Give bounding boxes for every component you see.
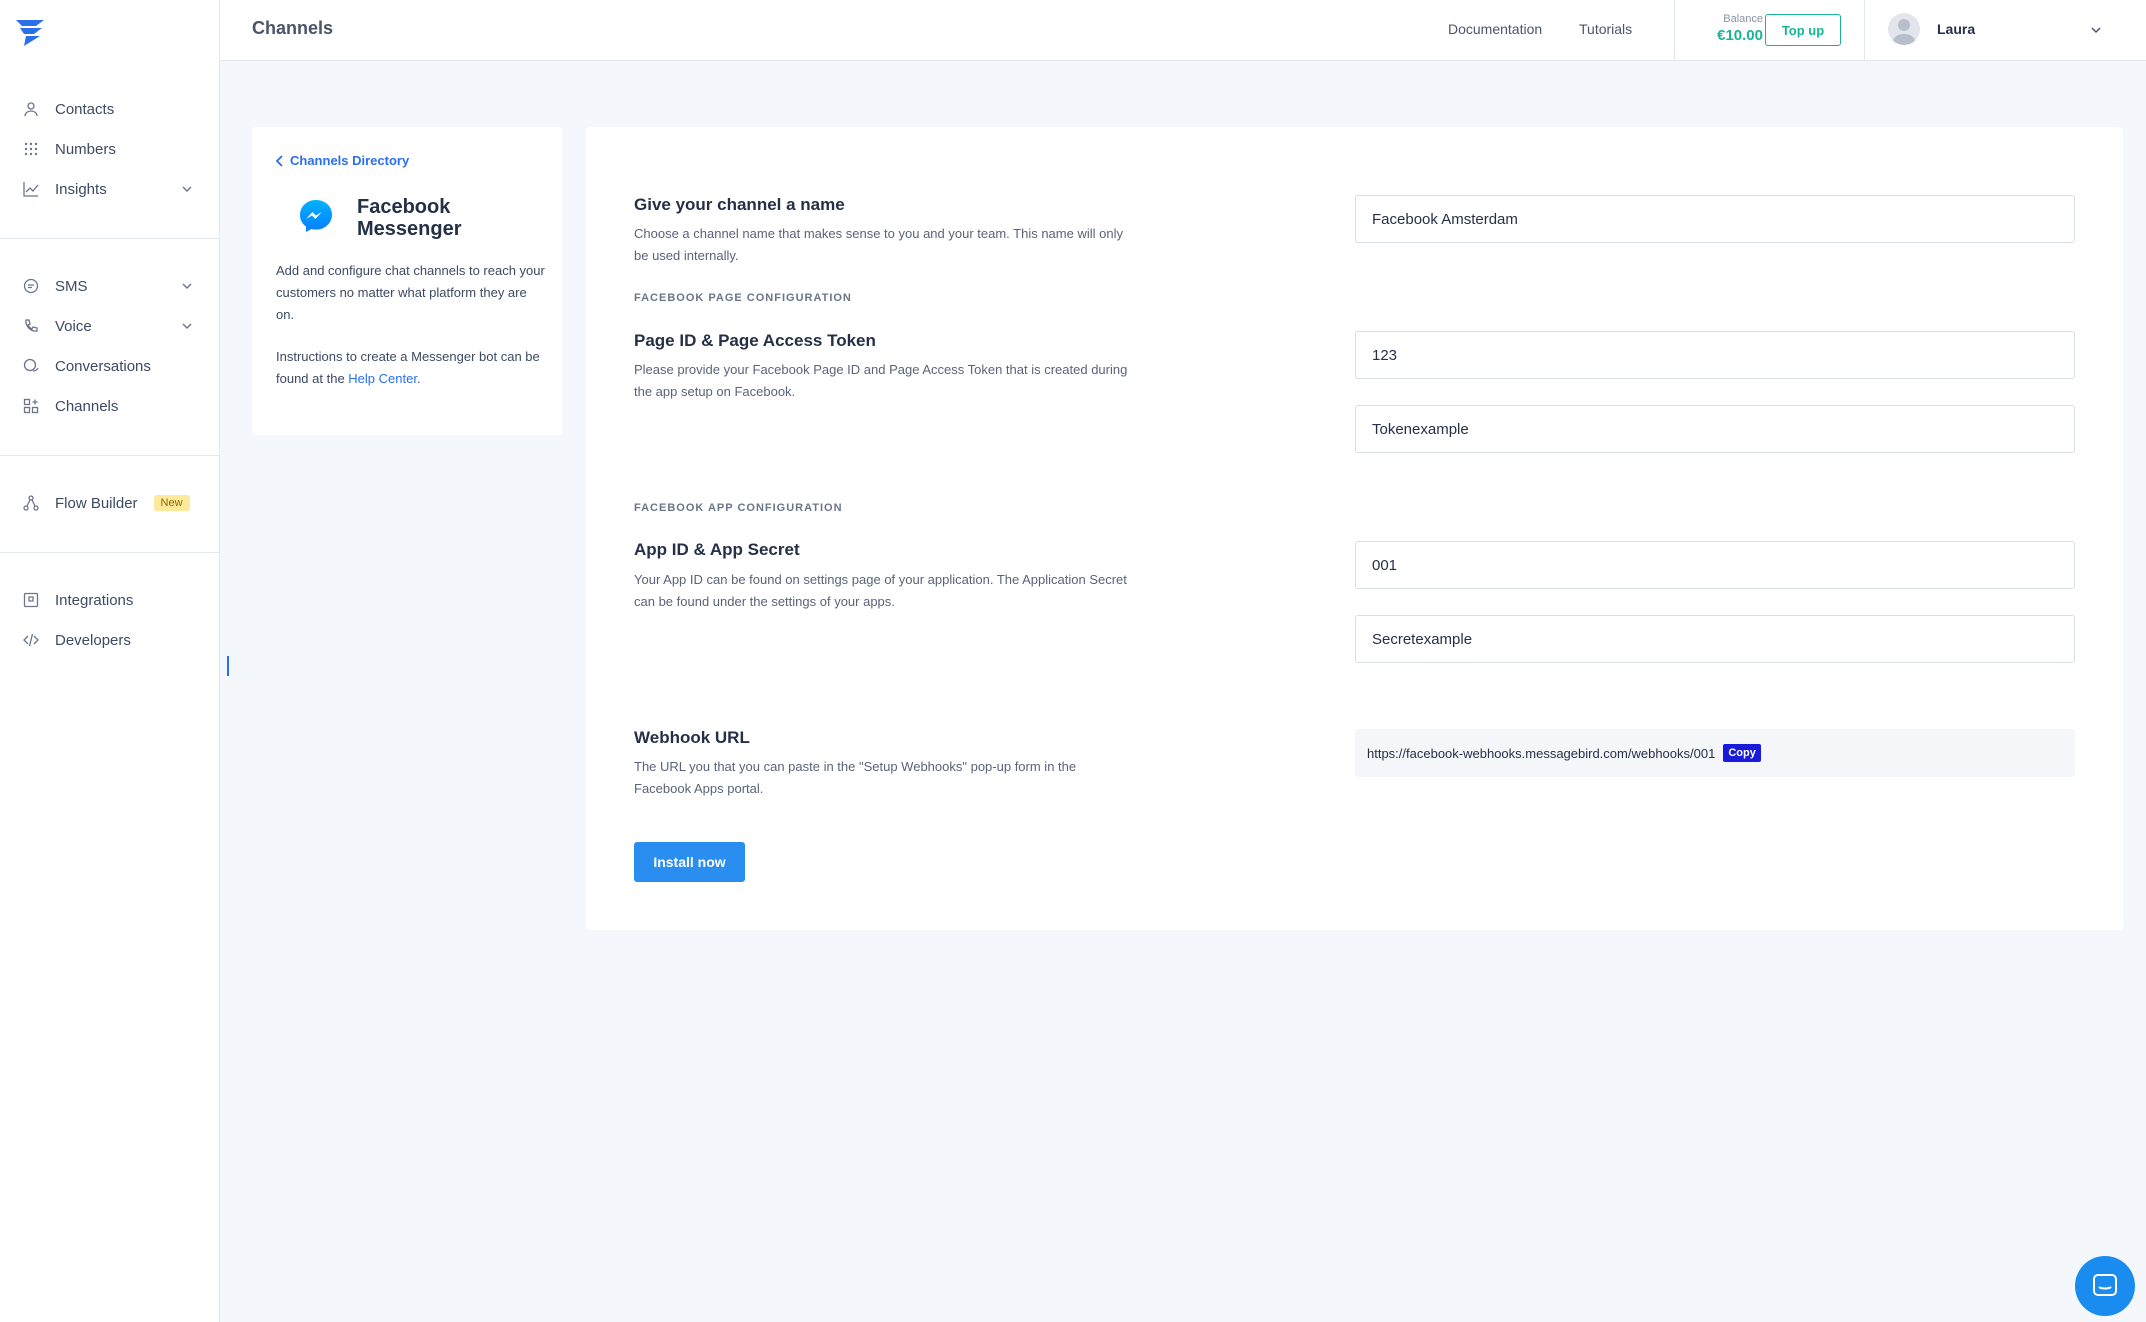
- documentation-link[interactable]: Documentation: [1448, 21, 1542, 37]
- chevron-down-icon[interactable]: [181, 319, 193, 331]
- flow-icon: [22, 494, 40, 512]
- page-id-description: Please provide your Facebook Page ID and…: [634, 362, 1128, 399]
- sidebar-divider: [0, 238, 219, 239]
- sidebar-item-conversations[interactable]: Conversations: [0, 346, 219, 386]
- chevron-left-icon: [276, 154, 283, 167]
- sidebar: Contacts Numbers Insights SMS Voice Conv…: [0, 0, 220, 1322]
- balance-value: €10.00: [1717, 27, 1763, 44]
- app-secret-input[interactable]: [1355, 615, 2075, 663]
- copy-button[interactable]: Copy: [1723, 744, 1761, 762]
- sidebar-item-flow-builder[interactable]: Flow Builder New: [0, 483, 219, 523]
- channel-name-title: Give your channel a name: [634, 195, 845, 214]
- page-title: Channels: [252, 18, 334, 38]
- channel-info-card: Channels Directory Facebook Messenger Ad…: [252, 127, 562, 435]
- chart-icon: [22, 180, 40, 198]
- channels-icon: [22, 397, 40, 415]
- sidebar-item-label: Integrations: [55, 591, 134, 609]
- sidebar-item-numbers[interactable]: Numbers: [0, 129, 219, 169]
- chevron-down-icon[interactable]: [2089, 23, 2103, 37]
- channel-name-input[interactable]: [1355, 195, 2075, 243]
- user-icon: [22, 100, 40, 118]
- sidebar-item-contacts[interactable]: Contacts: [0, 89, 219, 129]
- tutorials-link[interactable]: Tutorials: [1579, 21, 1632, 37]
- sidebar-item-sms[interactable]: SMS: [0, 266, 219, 306]
- integrations-icon: [22, 591, 40, 609]
- grid-icon: [22, 140, 40, 158]
- sidebar-item-label: Numbers: [55, 140, 116, 158]
- channel-instructions: Instructions to create a Messenger bot c…: [276, 346, 546, 390]
- sidebar-item-label: Flow Builder: [55, 494, 138, 512]
- install-now-button[interactable]: Install now: [634, 842, 745, 882]
- channel-name-description: Choose a channel name that makes sense t…: [634, 226, 1123, 263]
- sidebar-item-insights[interactable]: Insights: [0, 169, 219, 209]
- sidebar-item-voice[interactable]: Voice: [0, 306, 219, 346]
- topbar-divider: [1864, 0, 1865, 61]
- sidebar-item-label: Developers: [55, 631, 131, 649]
- app-id-input[interactable]: [1355, 541, 2075, 589]
- topbar-divider: [1674, 0, 1675, 61]
- chat-bubble-icon: [2093, 1274, 2117, 1296]
- webhook-description: The URL you that you can paste in the "S…: [634, 759, 1077, 796]
- code-icon: [22, 631, 40, 649]
- chevron-down-icon[interactable]: [181, 279, 193, 291]
- page-id-input[interactable]: [1355, 331, 2075, 379]
- sidebar-item-label: Voice: [55, 317, 92, 335]
- sidebar-item-label: Channels: [55, 397, 119, 415]
- top-up-button[interactable]: Top up: [1765, 14, 1841, 46]
- top-bar: Channels Documentation Tutorials Balance…: [220, 0, 2146, 61]
- avatar[interactable]: [1888, 13, 1920, 45]
- help-center-link[interactable]: Help Center: [348, 371, 417, 386]
- back-link-label: Channels Directory: [290, 153, 410, 168]
- phone-icon: [22, 317, 40, 335]
- channels-directory-link[interactable]: Channels Directory: [276, 153, 409, 168]
- sidebar-divider: [0, 552, 219, 553]
- chat-icon: [22, 357, 40, 375]
- nav-group-dev: Integrations Developers: [0, 580, 219, 660]
- sidebar-item-label: SMS: [55, 277, 88, 295]
- nav-group-flow: Flow Builder New: [0, 483, 219, 523]
- webhook-url-field[interactable]: https://facebook-webhooks.messagebird.co…: [1355, 729, 2075, 777]
- balance-label: Balance: [1723, 13, 1763, 25]
- sidebar-divider: [0, 455, 219, 456]
- sidebar-item-label: Conversations: [55, 357, 151, 375]
- channel-description: Add and configure chat channels to reach…: [276, 263, 545, 322]
- sidebar-item-developers[interactable]: Developers: [0, 620, 219, 660]
- chevron-down-icon[interactable]: [181, 182, 193, 194]
- channel-name: Facebook Messenger: [357, 196, 537, 240]
- webhook-url: https://facebook-webhooks.messagebird.co…: [1367, 745, 1716, 761]
- channel-name-line1: Facebook: [357, 196, 451, 218]
- sidebar-item-integrations[interactable]: Integrations: [0, 580, 219, 620]
- page-access-token-input[interactable]: [1355, 405, 2075, 453]
- app-id-description: Your App ID can be found on settings pag…: [634, 572, 1127, 609]
- sidebar-item-channels[interactable]: Channels: [0, 386, 219, 426]
- messenger-icon: [299, 199, 333, 233]
- app-config-label: FACEBOOK APP CONFIGURATION: [634, 502, 843, 514]
- new-badge: New: [153, 495, 190, 511]
- page-id-title: Page ID & Page Access Token: [634, 331, 876, 350]
- sidebar-resize-handle[interactable]: [227, 656, 229, 676]
- nav-group-channels: SMS Voice Conversations Channels: [0, 266, 219, 426]
- webhook-title: Webhook URL: [634, 728, 750, 747]
- instructions-suffix: .: [416, 371, 421, 386]
- chat-launcher-button[interactable]: [2075, 1256, 2135, 1316]
- channel-config-form: Give your channel a name Choose a channe…: [586, 127, 2123, 930]
- page-config-label: FACEBOOK PAGE CONFIGURATION: [634, 292, 852, 304]
- user-name[interactable]: Laura: [1937, 21, 1975, 37]
- nav-group-main: Contacts Numbers Insights: [0, 89, 219, 209]
- channel-name-line2: Messenger: [357, 218, 462, 240]
- app-id-title: App ID & App Secret: [634, 540, 800, 559]
- sidebar-item-label: Insights: [55, 180, 107, 198]
- sidebar-item-label: Contacts: [55, 100, 115, 118]
- sms-icon: [22, 277, 40, 295]
- messagebird-logo-icon[interactable]: [14, 16, 50, 48]
